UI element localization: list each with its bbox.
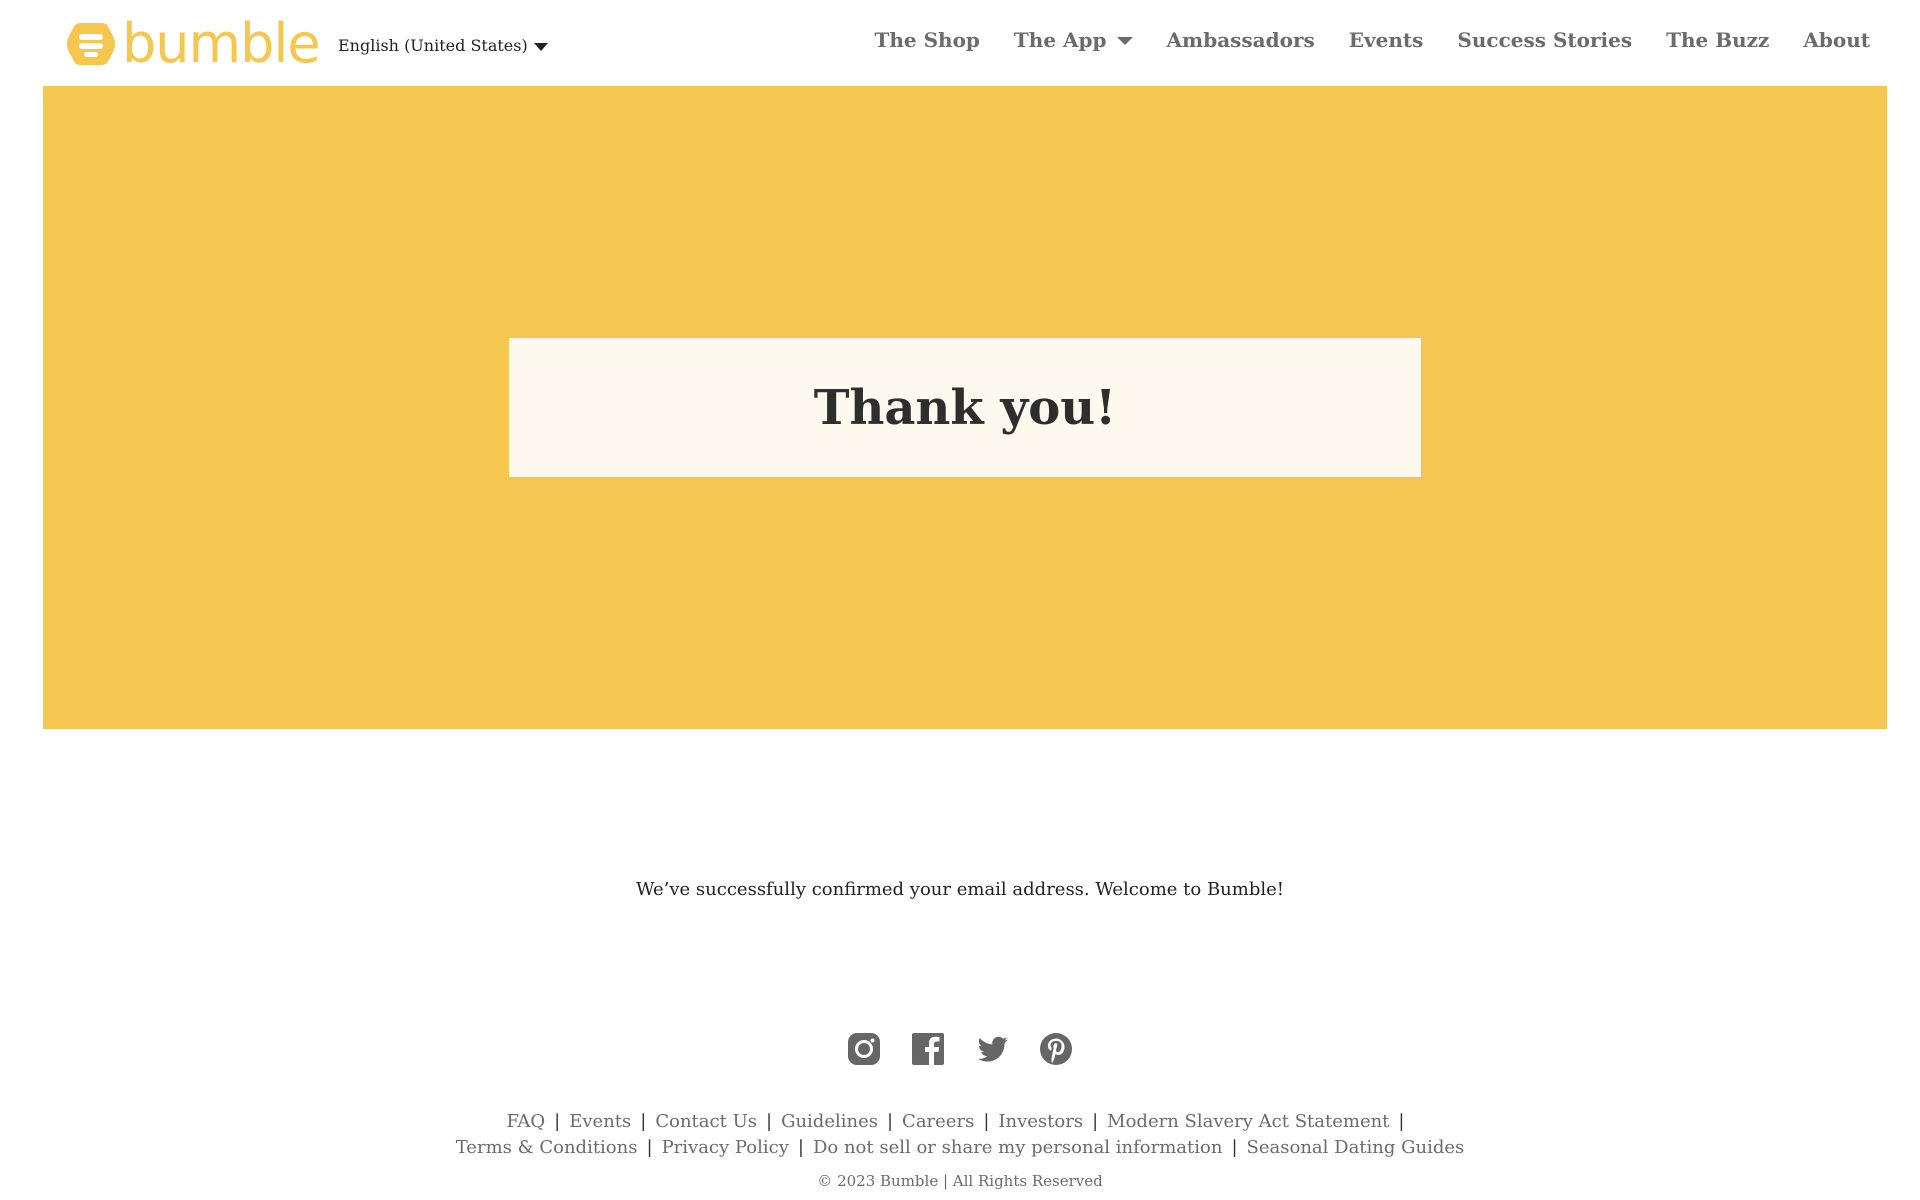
language-selector[interactable]: English (United States) <box>338 36 548 55</box>
chevron-down-icon <box>533 42 548 51</box>
pinterest-icon[interactable] <box>1038 1031 1074 1067</box>
nav-item-label: About <box>1803 28 1870 52</box>
nav-item-label: The Buzz <box>1666 28 1770 52</box>
nav-item-ambassadors[interactable]: Ambassadors <box>1167 28 1315 52</box>
hero-banner: Thank you! <box>43 86 1887 729</box>
footer-link-faq[interactable]: FAQ <box>506 1111 545 1132</box>
footer-link-modern-slavery-act[interactable]: Modern Slavery Act Statement <box>1107 1111 1389 1132</box>
site-header: bumble English (United States) The Shop … <box>0 0 1920 86</box>
nav-item-label: The App <box>1013 28 1107 52</box>
instagram-icon[interactable] <box>846 1031 882 1067</box>
nav-item-label: Ambassadors <box>1166 28 1315 52</box>
language-label: English (United States) <box>338 36 528 55</box>
footer-separator: | <box>1231 1137 1238 1158</box>
footer-separator: | <box>554 1111 561 1132</box>
nav-item-events[interactable]: Events <box>1349 28 1424 52</box>
nav-item-label: Success Stories <box>1457 28 1633 52</box>
bumble-hexagon-icon <box>67 23 115 65</box>
nav-item-the-app[interactable]: The App <box>1014 28 1133 52</box>
footer-links-row-1: FAQ | Events | Contact Us | Guidelines | Careers… <box>0 1109 1920 1135</box>
footer-separator: | <box>983 1111 990 1132</box>
footer-link-events[interactable]: Events <box>569 1111 631 1132</box>
nav-item-success-stories[interactable]: Success Stories <box>1457 28 1632 52</box>
footer-separator: | <box>640 1111 647 1132</box>
main-nav: The Shop The App Ambassadors Events Succ… <box>841 28 1871 52</box>
footer-separator: | <box>1092 1111 1099 1132</box>
footer-link-privacy-policy[interactable]: Privacy Policy <box>662 1137 789 1158</box>
footer-link-do-not-sell[interactable]: Do not sell or share my personal informa… <box>813 1137 1223 1158</box>
brand-wordmark: bumble <box>122 12 321 75</box>
footer-separator: | <box>797 1137 804 1158</box>
footer-separator: | <box>646 1137 653 1158</box>
bumble-logo[interactable]: bumble <box>66 12 321 75</box>
copyright-notice: © 2023 Bumble | All Rights Reserved <box>817 1172 1103 1190</box>
nav-item-the-shop[interactable]: The Shop <box>875 28 980 52</box>
page-title: Thank you! <box>813 379 1117 436</box>
footer-link-contact-us[interactable]: Contact Us <box>655 1111 757 1132</box>
twitter-icon[interactable] <box>974 1031 1010 1067</box>
footer-link-terms[interactable]: Terms & Conditions <box>456 1137 638 1158</box>
confirmation-message: We’ve successfully confirmed your email … <box>635 879 1285 900</box>
footer-link-seasonal-guides[interactable]: Seasonal Dating Guides <box>1247 1137 1465 1158</box>
nav-item-about[interactable]: About <box>1803 28 1870 52</box>
thank-you-card: Thank you! <box>509 338 1421 477</box>
footer-link-careers[interactable]: Careers <box>902 1111 974 1132</box>
footer-links-row-2: Terms & Conditions | Privacy Policy | Do not… <box>0 1135 1920 1161</box>
footer-links: FAQ | Events | Contact Us | Guidelines | Careers… <box>0 1109 1920 1161</box>
footer-link-investors[interactable]: Investors <box>998 1111 1083 1132</box>
facebook-icon[interactable] <box>910 1031 946 1067</box>
chevron-down-icon <box>1116 37 1133 45</box>
footer-separator: | <box>1398 1111 1405 1132</box>
footer-separator: | <box>886 1111 894 1132</box>
nav-item-label: The Shop <box>874 28 980 52</box>
footer-separator: | <box>765 1111 773 1132</box>
footer-link-guidelines[interactable]: Guidelines <box>781 1111 878 1132</box>
nav-item-label: Events <box>1348 28 1424 52</box>
nav-item-the-buzz[interactable]: The Buzz <box>1666 28 1769 52</box>
social-links <box>0 1031 1920 1067</box>
